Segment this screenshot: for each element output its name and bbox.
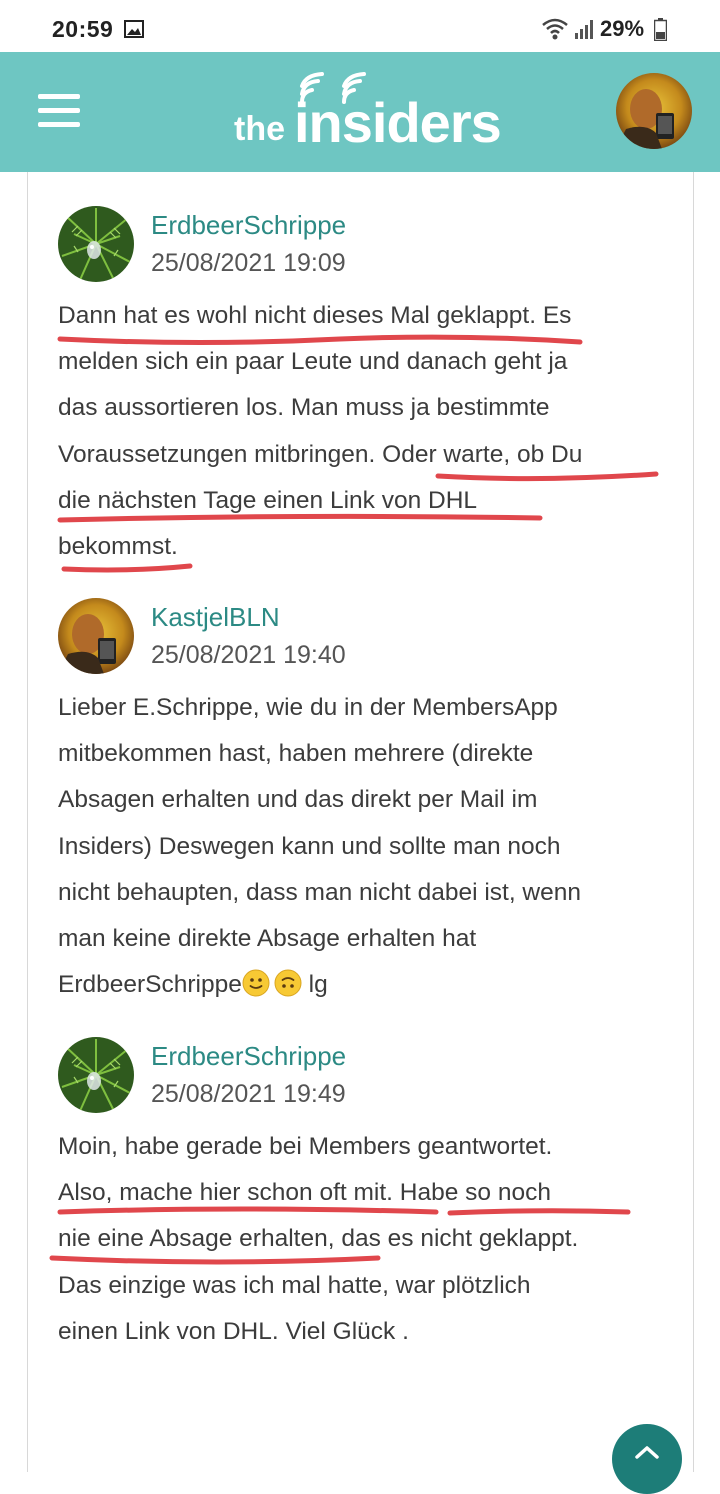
comment-body: Moin, habe gerade bei Members geantworte… <box>58 1124 678 1355</box>
author-name[interactable]: KastjelBLN <box>151 602 280 633</box>
user-avatar[interactable] <box>58 206 134 282</box>
comment-body: Dann hat es wohl nicht dieses Mal geklap… <box>58 293 678 570</box>
comment-line: Absagen erhalten und das direkt per Mail… <box>58 786 538 814</box>
comment-line: die nächsten Tage einen Link von DHL <box>58 486 478 514</box>
scroll-to-top-button[interactable] <box>612 1424 682 1494</box>
comment-line-last: ErdbeerSchrippe lg <box>58 962 678 1008</box>
comment-line: man keine direkte Absage erhalten hat <box>58 925 477 953</box>
post-date: 25/08/2021 19:40 <box>151 641 346 669</box>
hamburger-menu-icon[interactable] <box>38 94 80 128</box>
comment-line: Das einzige was ich mal hatte, war plötz… <box>58 1271 531 1299</box>
wifi-icon <box>542 18 568 40</box>
battery-percent: 29% <box>600 16 645 41</box>
comment-line: mitbekommen hast, haben mehrere (direkte <box>58 740 534 768</box>
comment-line: melden sich ein paar Leute und danach ge… <box>58 348 568 376</box>
slightly-smiling-emoji-icon <box>242 969 270 997</box>
logo-main: insiders <box>294 91 502 154</box>
user-avatar[interactable] <box>58 598 134 674</box>
post-date: 25/08/2021 19:49 <box>151 1080 346 1108</box>
mention-text: ErdbeerSchrippe <box>58 971 242 999</box>
battery-icon <box>654 18 667 41</box>
comment-line: Moin, habe gerade bei Members geantworte… <box>58 1133 553 1160</box>
comment-body: Lieber E.Schrippe, wie du in der Members… <box>58 685 678 1008</box>
image-icon <box>124 20 144 38</box>
author-name[interactable]: ErdbeerSchrippe <box>151 1041 346 1072</box>
post-date: 25/08/2021 19:09 <box>151 249 346 277</box>
comment-line: Also, mache hier schon oft mit. Habe so … <box>58 1179 551 1207</box>
status-bar: 20:59 29% <box>0 0 720 52</box>
author-name[interactable]: ErdbeerSchrippe <box>151 210 346 241</box>
chevron-up-icon <box>635 1446 659 1459</box>
comment-line: Dann hat es wohl nicht dieses Mal geklap… <box>58 302 572 329</box>
status-time: 20:59 <box>52 16 114 42</box>
upside-down-emoji-icon <box>274 969 302 997</box>
comment-post: ErdbeerSchrippe 25/08/2021 19:49 Moin, h… <box>58 1037 678 1377</box>
sign-off-text: lg <box>301 971 328 999</box>
comment-line: Lieber E.Schrippe, wie du in der Members… <box>58 694 558 721</box>
comment-line: Insiders) Deswegen kann und sollte man n… <box>58 832 561 860</box>
comment-line: das aussortieren los. Man muss ja bestim… <box>58 394 550 422</box>
comment-thread: ErdbeerSchrippe 25/08/2021 19:09 Dann ha… <box>27 172 694 1472</box>
logo-prefix: the <box>234 110 285 148</box>
comment-line: einen Link von DHL. Viel Glück . <box>58 1317 409 1345</box>
comment-line: nicht behaupten, dass man nicht dabei is… <box>58 878 582 906</box>
app-header: the insiders <box>0 52 720 172</box>
comment-line: bekommst. <box>58 533 178 561</box>
comment-line: Voraussetzungen mitbringen. Oder warte, … <box>58 440 583 468</box>
insiders-logo[interactable]: the insiders <box>232 72 502 154</box>
signal-icon <box>575 20 593 39</box>
profile-avatar[interactable] <box>616 73 692 149</box>
user-avatar[interactable] <box>58 1037 134 1113</box>
comment-post: KastjelBLN 25/08/2021 19:40 Lieber E.Sch… <box>58 598 678 1008</box>
comment-post: ErdbeerSchrippe 25/08/2021 19:09 Dann ha… <box>58 206 678 566</box>
comment-line: nie eine Absage erhalten, das es nicht g… <box>58 1225 579 1253</box>
